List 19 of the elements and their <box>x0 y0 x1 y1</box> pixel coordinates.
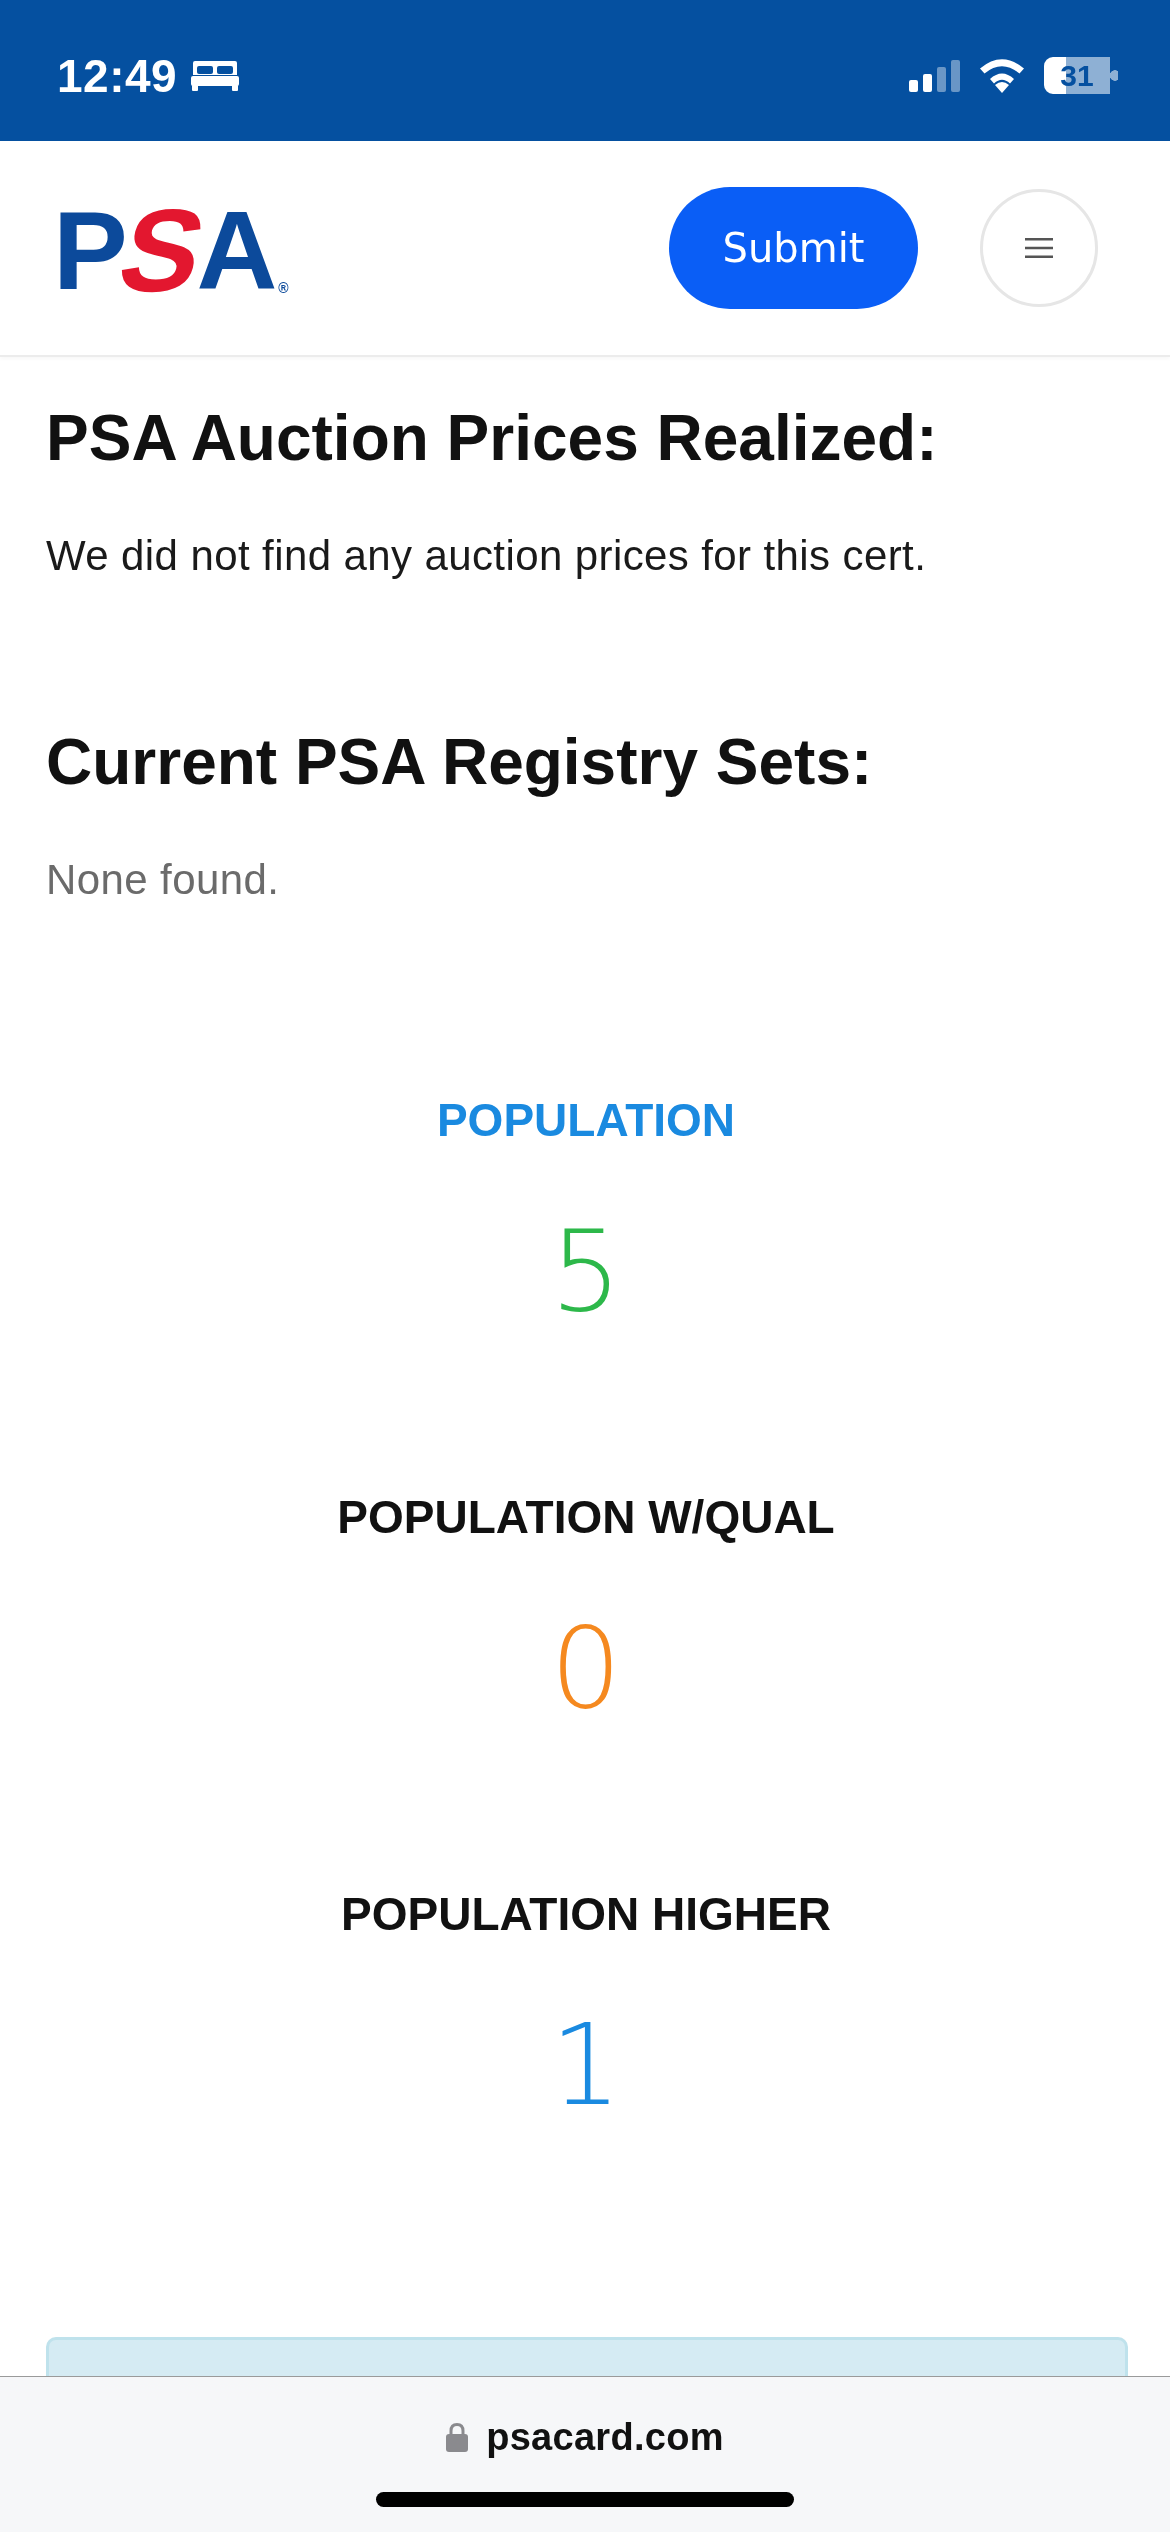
lock-icon <box>446 2422 469 2452</box>
menu-icon <box>1025 238 1053 258</box>
bed-icon <box>191 60 240 91</box>
status-time: 12:49 <box>57 52 178 99</box>
population-count: 5 <box>550 1206 622 1336</box>
address-bar-url[interactable]: psacard.com <box>486 2415 724 2459</box>
signal-icon <box>909 59 960 92</box>
section-text: We did not find any auction prices for this cert. <box>46 531 928 581</box>
population-label: POPULATION <box>436 1093 736 1148</box>
submit-button[interactable]: Submit <box>669 187 918 309</box>
psa-logo[interactable]: PSA® <box>53 189 289 307</box>
empty-state-text: None found. <box>46 855 281 905</box>
population-label: POPULATION W/QUAL <box>337 1490 835 1545</box>
population-count: 0 <box>550 1603 622 1733</box>
wifi-icon <box>978 58 1026 93</box>
section-heading: PSA Auction Prices Realized: <box>46 402 939 474</box>
population-count: 1 <box>550 2000 622 2130</box>
section-heading: Current PSA Registry Sets: <box>46 726 874 798</box>
population-label: POPULATION HIGHER <box>341 1887 831 1942</box>
